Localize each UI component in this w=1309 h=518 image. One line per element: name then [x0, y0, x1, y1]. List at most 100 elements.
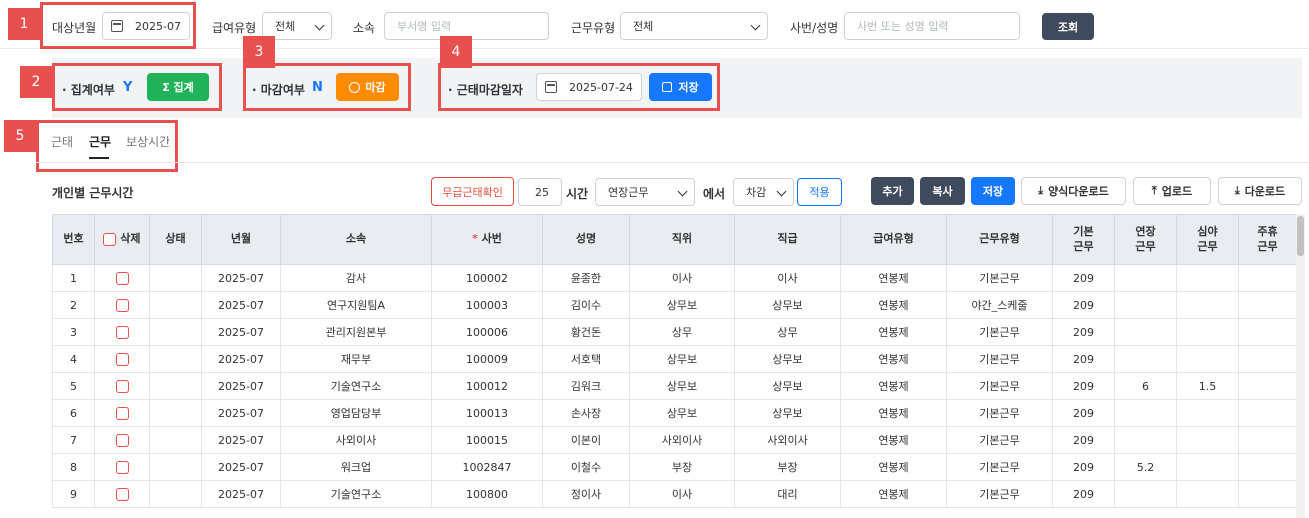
table-row[interactable]: 3 2025-07 관리지원본부 100006 황건돈 상무 상무 연봉제 기본근무 209	[52, 318, 1297, 346]
emp-input[interactable]: 사번 또는 성명 입력	[844, 12, 1020, 40]
cell-grade: 부장	[734, 453, 841, 481]
cell-name: 손사장	[542, 399, 630, 427]
row-delete-checkbox[interactable]	[115, 460, 129, 474]
cell-status	[149, 345, 202, 373]
row-delete-checkbox[interactable]	[115, 271, 129, 285]
cell-night	[1176, 399, 1239, 427]
col-night-line2: 근무	[1197, 239, 1218, 253]
tab-compensation[interactable]: 보상시간	[126, 133, 170, 150]
row-delete-checkbox[interactable]	[115, 325, 129, 339]
cell-status	[149, 291, 202, 319]
scrollbar-thumb[interactable]	[1297, 216, 1304, 256]
pay-type-value: 전체	[275, 20, 296, 33]
work-type-select[interactable]: 전체	[620, 12, 768, 40]
search-button[interactable]: 조회	[1042, 13, 1094, 40]
cell-delete	[94, 318, 150, 346]
row-delete-checkbox[interactable]	[115, 352, 129, 366]
cell-no: 4	[52, 345, 95, 373]
download-button[interactable]: ⤓ 다운로드	[1218, 177, 1302, 205]
cell-work-type: 기본근무	[946, 480, 1053, 508]
col-no: 번호	[52, 214, 95, 265]
cell-status	[149, 372, 202, 400]
table-row[interactable]: 5 2025-07 기술연구소 100012 김워크 상무보 상무보 연봉제 기본근무 209 6 1…	[52, 372, 1297, 400]
cell-work-type: 기본근무	[946, 372, 1053, 400]
col-overtime-line2: 근무	[1135, 239, 1156, 253]
apply-button[interactable]: 적용	[797, 178, 842, 206]
col-dept: 소속	[280, 214, 432, 265]
row-delete-checkbox[interactable]	[115, 406, 129, 420]
cell-weekly	[1238, 426, 1297, 454]
table-row[interactable]: 7 2025-07 사외이사 100015 이본이 사외이사 사외이사 연봉제 기본근무 209	[52, 426, 1297, 454]
row-delete-checkbox[interactable]	[115, 298, 129, 312]
dept-label: 소속	[353, 21, 376, 35]
table-header-row: 번호 삭제 상태 년월 소속 * 사번 성명 직위 직급 급여유형 근무유형 기…	[52, 214, 1297, 265]
save-button[interactable]: 저장	[971, 177, 1015, 205]
hours-input[interactable]: 25	[518, 178, 562, 206]
hours-unit: 시간	[566, 187, 589, 201]
col-delete-label: 삭제	[120, 232, 141, 246]
emp-label: 사번/성명	[790, 21, 839, 35]
cell-overtime	[1114, 345, 1177, 373]
emp-placeholder: 사번 또는 성명 입력	[857, 20, 949, 33]
cell-name: 황건돈	[542, 318, 630, 346]
row-delete-checkbox[interactable]	[115, 433, 129, 447]
upload-label: 업로드	[1161, 185, 1193, 198]
upload-button[interactable]: ⤒ 업로드	[1133, 177, 1211, 205]
table-row[interactable]: 4 2025-07 재무부 100009 서호택 상무보 상무보 연봉제 기본근무 209	[52, 345, 1297, 373]
table-row[interactable]: 1 2025-07 감사 100002 윤종한 이사 이사 연봉제 기본근무 209	[52, 264, 1297, 292]
cell-dept: 관리지원본부	[280, 318, 432, 346]
cell-dept: 재무부	[280, 345, 432, 373]
cell-delete	[94, 453, 150, 481]
cell-pay-type: 연봉제	[840, 480, 947, 508]
scrollbar[interactable]	[1296, 214, 1305, 518]
unpaid-check-button[interactable]: 무급근태확인	[431, 177, 514, 206]
table-body: 1 2025-07 감사 100002 윤종한 이사 이사 연봉제 기본근무 209 2 2025-0…	[52, 264, 1297, 508]
work-kind-value: 연장근무	[608, 186, 649, 199]
cell-emp-no: 100002	[431, 264, 543, 292]
template-download-label: 양식다운로드	[1048, 185, 1109, 198]
cell-position: 상무보	[629, 372, 735, 400]
col-pay-type: 급여유형	[840, 214, 947, 265]
cell-position: 사외이사	[629, 426, 735, 454]
hours-value: 25	[535, 185, 549, 199]
cell-delete	[94, 264, 150, 292]
add-button[interactable]: 추가	[871, 177, 914, 205]
work-hours-table: 번호 삭제 상태 년월 소속 * 사번 성명 직위 직급 급여유형 근무유형 기…	[52, 214, 1297, 508]
cell-overtime: 5.2	[1114, 453, 1177, 481]
cell-weekly	[1238, 345, 1297, 373]
cell-month: 2025-07	[201, 480, 281, 508]
tab-attendance[interactable]: 근태	[51, 133, 73, 150]
cell-month: 2025-07	[201, 264, 281, 292]
row-delete-checkbox[interactable]	[115, 379, 129, 393]
cell-grade: 대리	[734, 480, 841, 508]
download-icon: ⤓	[1234, 184, 1240, 197]
cell-no: 5	[52, 372, 95, 400]
cell-overtime	[1114, 291, 1177, 319]
col-weekly-line2: 근무	[1257, 239, 1278, 253]
cell-night	[1176, 318, 1239, 346]
tab-work[interactable]: 근무	[89, 133, 111, 150]
table-row[interactable]: 6 2025-07 영업담당부 100013 손사장 상무보 상무보 연봉제 기본근무 209	[52, 399, 1297, 427]
cell-name: 이철수	[542, 453, 630, 481]
template-download-button[interactable]: ⤓ 양식다운로드	[1021, 177, 1126, 205]
cell-name: 김이수	[542, 291, 630, 319]
row-delete-checkbox[interactable]	[115, 487, 129, 501]
mode-select[interactable]: 차감	[733, 178, 794, 206]
cell-grade: 사외이사	[734, 426, 841, 454]
cell-pay-type: 연봉제	[840, 426, 947, 454]
annotation-marker-5: 5	[4, 120, 36, 152]
cell-delete	[94, 372, 150, 400]
table-row[interactable]: 9 2025-07 기술연구소 100800 정이사 이사 대리 연봉제 기본근무 209	[52, 480, 1297, 508]
copy-button[interactable]: 복사	[920, 177, 965, 205]
cell-month: 2025-07	[201, 318, 281, 346]
cell-work-type: 기본근무	[946, 318, 1053, 346]
table-row[interactable]: 8 2025-07 워크업 1002847 이철수 부장 부장 연봉제 기본근무 209 5.2	[52, 453, 1297, 481]
divider	[0, 48, 1309, 49]
cell-month: 2025-07	[201, 372, 281, 400]
select-all-checkbox[interactable]	[103, 232, 117, 246]
col-emp-no-label: 사번	[481, 232, 502, 246]
table-row[interactable]: 2 2025-07 연구지원팀A 100003 김이수 상무보 상무보 연봉제 야간_스케줄 20…	[52, 291, 1297, 319]
col-work-type: 근무유형	[946, 214, 1053, 265]
work-kind-select[interactable]: 연장근무	[595, 178, 695, 206]
cell-pay-type: 연봉제	[840, 372, 947, 400]
